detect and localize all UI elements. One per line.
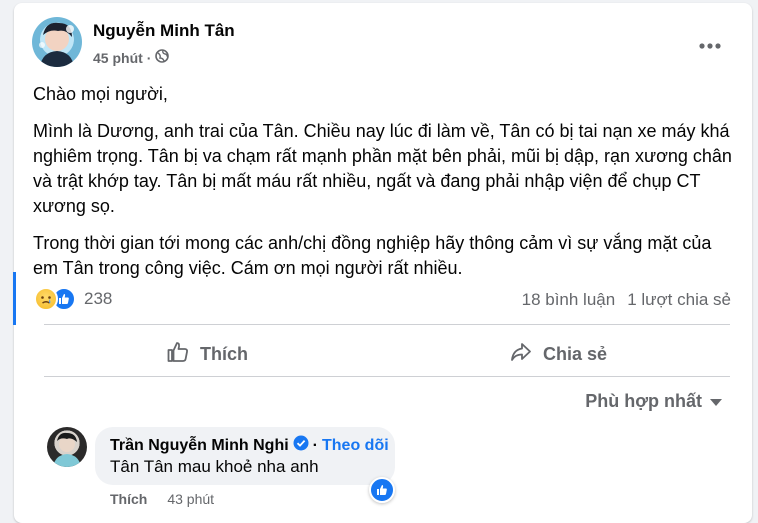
thumbs-up-icon [166,340,190,369]
verified-badge-icon [293,435,309,456]
caret-down-icon [710,391,722,412]
more-options-button[interactable] [694,29,726,61]
comment-time[interactable]: 43 phút [167,491,214,507]
meta-separator: · [146,49,152,66]
share-button[interactable]: Chia sẻ [509,333,607,375]
comment-author-separator: · [312,436,318,454]
reactions-summary[interactable]: 238 [34,287,112,311]
divider [44,324,730,325]
share-label: Chia sẻ [543,343,608,364]
like-label: Thích [200,343,248,364]
post-meta: 45 phút · [93,49,170,66]
divider [44,376,730,377]
follow-link[interactable]: Theo dõi [322,437,389,455]
comment-sort-dropdown[interactable]: Phù hợp nhất [585,391,722,412]
more-horizontal-icon [699,36,721,54]
globe-icon [155,49,170,66]
focus-accent-bar [13,272,16,325]
comment-actions: Thích 43 phút [110,491,214,507]
comment-author-row: Trần Nguyễn Minh Nghi · Theo dõi [110,435,389,456]
comment-author[interactable]: Trần Nguyễn Minh Nghi [110,437,289,455]
comment-bubble: Trần Nguyễn Minh Nghi · Theo dõi Tân Tân… [95,427,395,485]
comment-text: Tân Tân mau khoẻ nha anh [110,457,319,476]
author-avatar[interactable] [32,17,82,67]
post-paragraph: Trong thời gian tới mong các anh/chị đồn… [33,233,712,278]
commenter-avatar[interactable] [47,427,87,467]
reaction-count: 238 [84,289,113,308]
sort-label: Phù hợp nhất [585,391,702,411]
comment-like-button[interactable]: Thích [110,491,147,507]
post-paragraph: Chào mọi người, [33,84,168,104]
post-time[interactable]: 45 phút [93,50,143,66]
post-paragraph: Mình là Dương, anh trai của Tân. Chiều n… [33,121,732,216]
post-stats: 18 bình luận 1 lượt chia sẻ [522,290,731,310]
post-card: Nguyễn Minh Tân 45 phút · Chào mọi người… [14,3,752,523]
comment-like-reaction-icon[interactable] [369,477,395,503]
like-button[interactable]: Thích [166,333,248,375]
sad-reaction-icon [34,287,58,311]
share-arrow-icon [509,340,533,369]
shares-count[interactable]: 1 lượt chia sẻ [627,290,731,310]
comments-count[interactable]: 18 bình luận [522,290,616,310]
post-body: Chào mọi người, Mình là Dương, anh trai … [33,82,733,293]
author-name[interactable]: Nguyễn Minh Tân [93,21,235,41]
